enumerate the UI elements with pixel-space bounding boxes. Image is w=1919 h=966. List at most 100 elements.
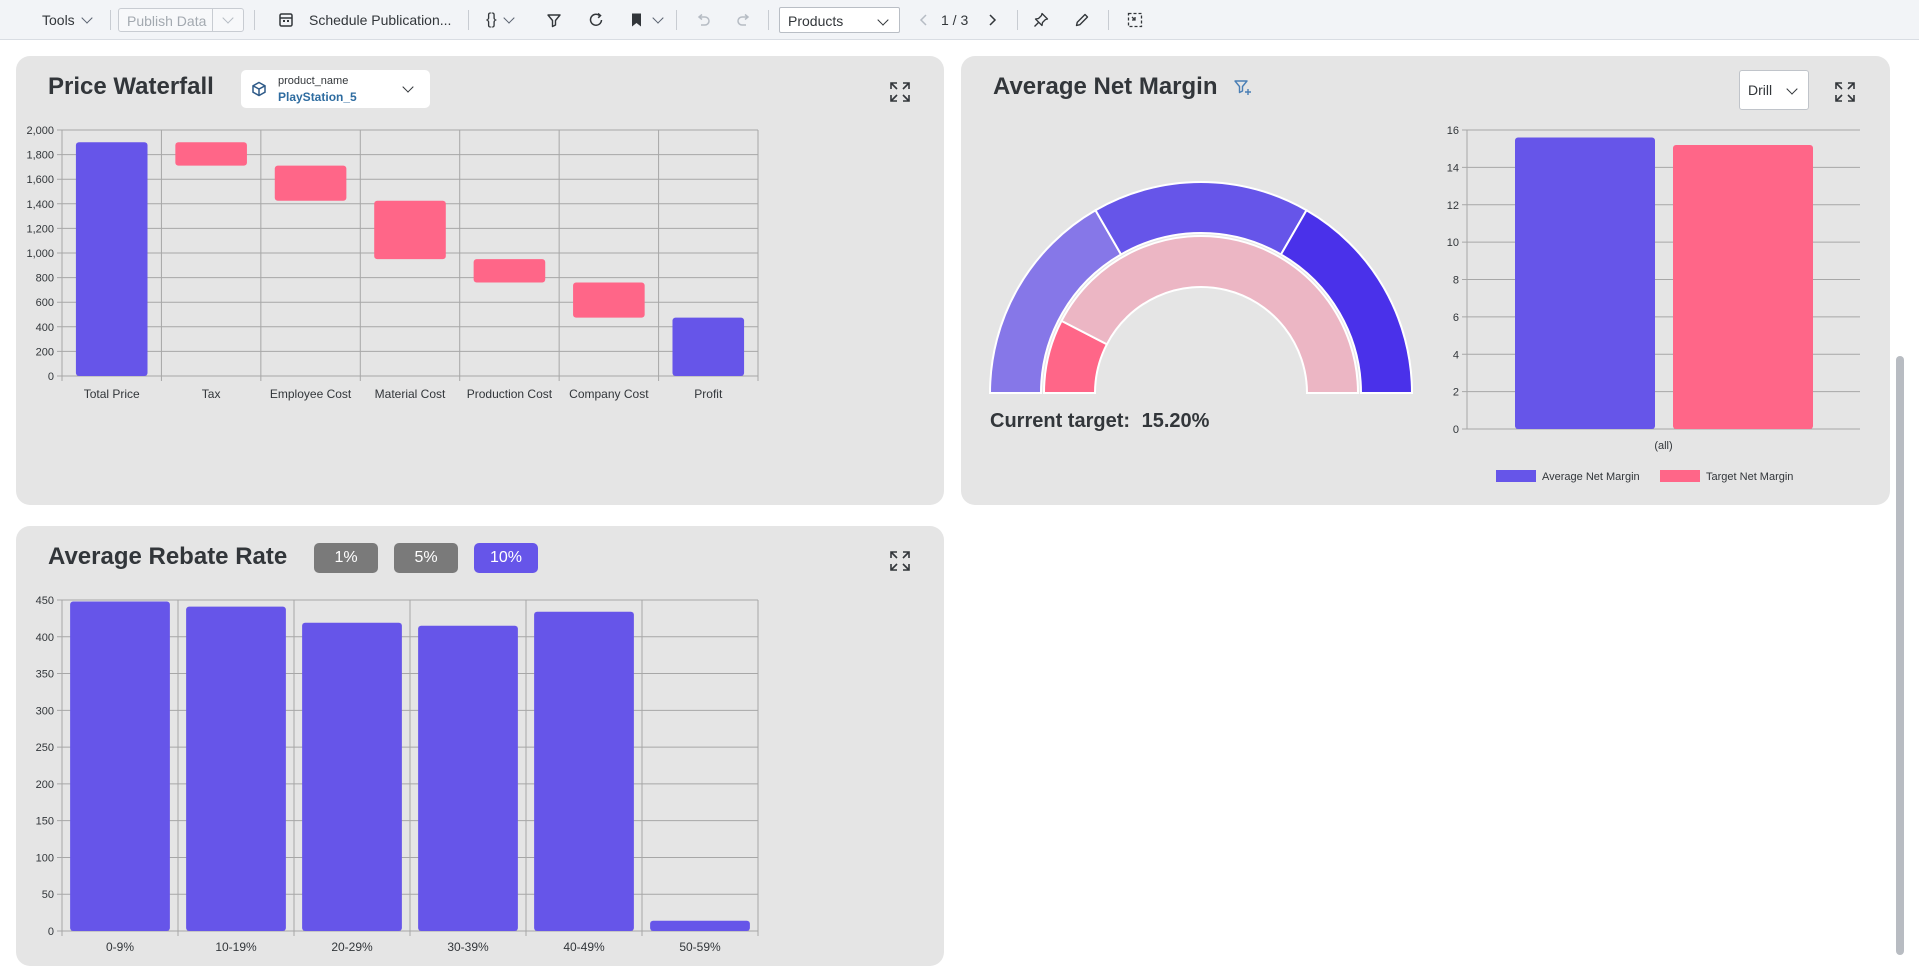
legend-swatch: [1660, 470, 1700, 482]
y-tick-label: 1,600: [26, 174, 54, 186]
toolbar: Tools Publish Data Schedule Publication.…: [0, 0, 1919, 40]
y-tick-label: 0: [48, 926, 54, 938]
y-tick-label: 2,000: [26, 125, 54, 137]
chevron-down-icon: [222, 12, 234, 24]
next-page-button[interactable]: [983, 0, 1001, 40]
rebate-bar: [650, 920, 750, 931]
toolbar-divider: [676, 10, 677, 30]
y-tick-label: 350: [36, 669, 54, 681]
chevron-right-icon: [989, 14, 997, 26]
toolbar-divider: [1108, 10, 1109, 30]
page-scrollbar[interactable]: [1896, 356, 1904, 955]
filter-key-label: product_name: [278, 75, 349, 87]
filter-button[interactable]: [545, 0, 563, 40]
expand-icon[interactable]: [889, 81, 911, 103]
chevron-down-icon: [877, 14, 889, 26]
waterfall-bar: [573, 282, 645, 318]
redo-button[interactable]: [735, 0, 753, 40]
x-tick-label: Material Cost: [375, 387, 446, 401]
price-waterfall-chart: 0 200 400 600 800 1,000 1,200 1,400 1,600 1,800 2,…: [26, 125, 759, 401]
filter-icon: [547, 14, 561, 28]
y-tick-label: 0: [1453, 424, 1459, 436]
undo-button[interactable]: [694, 0, 712, 40]
rebate-bar: [534, 611, 634, 931]
net-margin-gauge: [988, 181, 1414, 394]
y-tick-label: 300: [36, 705, 54, 717]
chevron-left-icon: [919, 14, 927, 26]
cube-icon: [252, 81, 266, 97]
drill-label: Drill: [1748, 82, 1773, 98]
expand-icon[interactable]: [889, 550, 911, 572]
series-bar: [1515, 137, 1655, 429]
tools-menu-button[interactable]: Tools: [42, 0, 93, 40]
x-tick-label: 30-39%: [447, 940, 489, 954]
rebate-10-percent-button[interactable]: 10%: [474, 543, 538, 573]
waterfall-bar: [672, 317, 745, 376]
toolbar-divider: [468, 10, 469, 30]
drill-select[interactable]: Drill: [1739, 70, 1809, 110]
schedule-publication-button[interactable]: Schedule Publication...: [277, 0, 451, 40]
x-tick-label: Employee Cost: [270, 387, 352, 401]
y-tick-label: 10: [1447, 237, 1459, 249]
x-tick-label: 40-49%: [563, 940, 605, 954]
x-tick-label: (all): [1654, 440, 1672, 452]
refresh-button[interactable]: [587, 0, 605, 40]
filter-value-label: PlayStation_5: [278, 90, 357, 104]
page-indicator: 1 / 3: [941, 12, 969, 28]
price-waterfall-title: Price Waterfall: [48, 73, 214, 100]
waterfall-bar: [175, 142, 247, 166]
current-target-label: Current target:: [990, 410, 1131, 432]
rebate-5-percent-button[interactable]: 5%: [394, 543, 458, 573]
toolbar-divider: [768, 10, 769, 30]
y-tick-label: 1,000: [26, 248, 54, 260]
exit-fullscreen-button[interactable]: [1126, 0, 1144, 40]
publish-dropdown-button[interactable]: [212, 9, 243, 31]
y-tick-label: 2: [1453, 387, 1459, 399]
toolbar-divider: [1017, 10, 1018, 30]
filter-add-icon[interactable]: [1233, 78, 1253, 98]
y-tick-label: 200: [36, 346, 54, 358]
y-tick-label: 50: [42, 889, 54, 901]
publish-label: Publish Data: [127, 13, 207, 29]
collapse-icon: [1127, 12, 1143, 28]
rebate-bar: [186, 606, 286, 931]
bookmark-icon: [632, 13, 641, 27]
waterfall-bar: [473, 259, 546, 283]
curly-braces-icon: {}: [486, 11, 497, 28]
y-tick-label: 800: [36, 273, 54, 285]
x-tick-label: 20-29%: [331, 940, 373, 954]
x-tick-label: 50-59%: [679, 940, 721, 954]
expand-icon[interactable]: [1834, 81, 1856, 103]
formula-menu-button[interactable]: {}: [486, 0, 515, 40]
average-rebate-rate-title: Average Rebate Rate: [48, 543, 288, 570]
previous-page-button[interactable]: [915, 0, 933, 40]
x-tick-label: Total Price: [84, 387, 140, 401]
product-name-filter[interactable]: product_name PlayStation_5: [241, 70, 430, 108]
bookmark-menu-button[interactable]: [628, 0, 664, 40]
average-net-margin-title: Average Net Margin: [993, 73, 1218, 100]
calendar-icon: [279, 13, 293, 27]
pin-button[interactable]: [1032, 0, 1050, 40]
toolbar-divider: [110, 10, 111, 30]
pencil-icon: [1075, 13, 1089, 27]
rebate-bar: [302, 622, 402, 931]
edit-button[interactable]: [1073, 0, 1091, 40]
waterfall-bar: [75, 142, 148, 376]
series-bar: [1673, 144, 1813, 429]
schedule-label: Schedule Publication...: [309, 12, 452, 28]
y-tick-label: 600: [36, 297, 54, 309]
waterfall-bar: [274, 165, 347, 201]
y-tick-label: 400: [36, 322, 54, 334]
rebate-1-percent-button[interactable]: 1%: [314, 543, 378, 573]
x-tick-label: Profit: [694, 387, 723, 401]
publish-data-button[interactable]: Publish Data: [118, 8, 244, 32]
page-select[interactable]: Products: [779, 7, 900, 33]
y-tick-label: 1,800: [26, 150, 54, 162]
y-tick-label: 14: [1447, 162, 1459, 174]
tools-label: Tools: [42, 12, 75, 28]
x-tick-label: 0-9%: [106, 940, 134, 954]
y-tick-label: 250: [36, 742, 54, 754]
page-select-value: Products: [788, 13, 844, 29]
x-tick-label: 10-19%: [215, 940, 257, 954]
y-tick-label: 1,200: [26, 223, 54, 235]
